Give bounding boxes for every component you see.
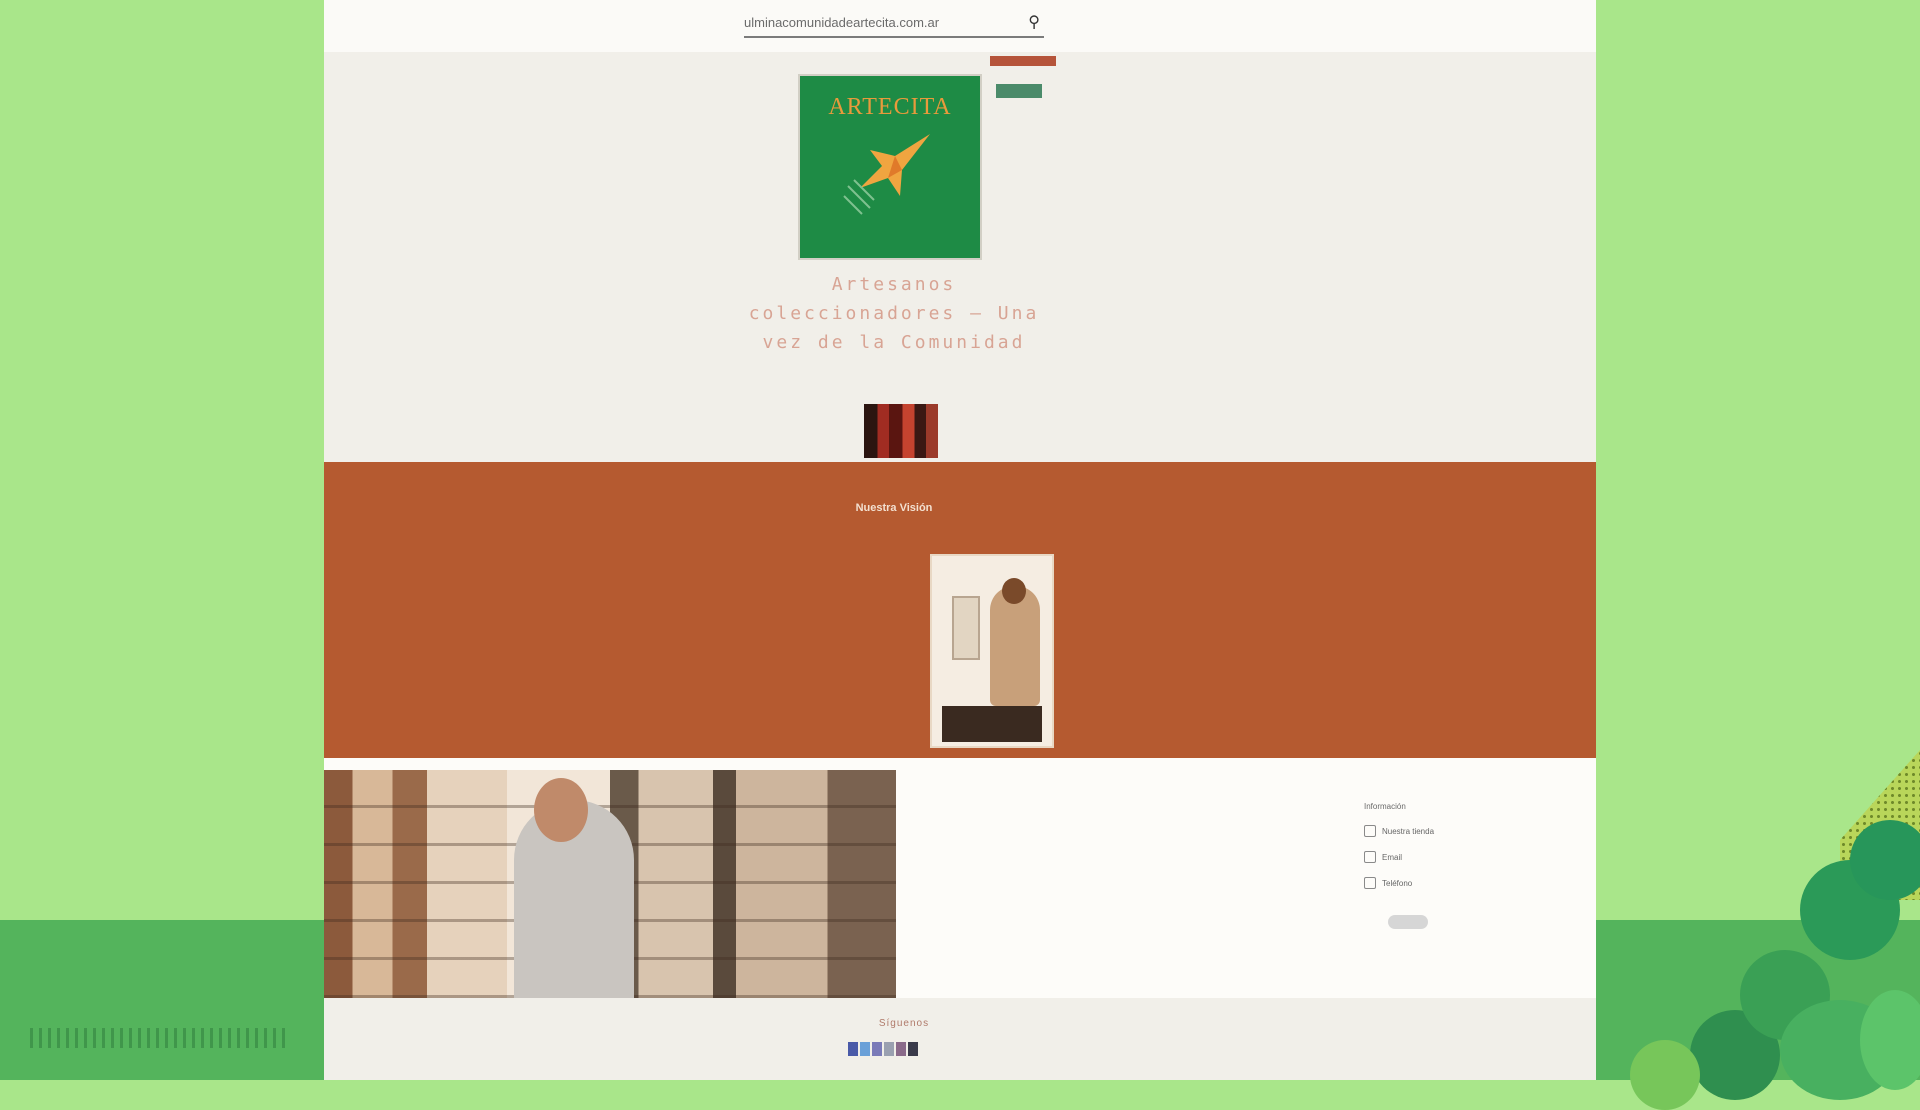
pin-icon[interactable]: ⚲ [1028,12,1040,32]
pinterest-icon[interactable] [896,1042,906,1056]
shop-photo [324,770,896,998]
background-ground-left [0,920,324,1080]
phone-icon [1364,877,1376,889]
logo-text: ARTECITA [828,94,952,120]
twitter-icon[interactable] [860,1042,870,1056]
contact-sidebar: Información Nuestra tienda Email Teléfon… [1364,802,1484,929]
top-button-primary[interactable] [990,56,1056,66]
url-text: ulminacomunidadeartecita.com.ar [744,14,940,30]
shop-section: Información Nuestra tienda Email Teléfon… [324,758,1596,998]
sidebar-item-email[interactable]: Email [1364,851,1484,863]
artist-photo [930,554,1054,748]
hero-thumbnail-image[interactable] [864,404,938,458]
about-section: Nuestra Visión [324,462,1596,758]
sidebar-heading: Información [1364,802,1406,811]
social-links [848,1042,918,1056]
mail-icon [1364,851,1376,863]
location-icon [1364,825,1376,837]
youtube-icon[interactable] [884,1042,894,1056]
hero-title: Artesanos coleccionadores — Una vez de l… [748,274,1040,353]
top-button-secondary[interactable] [996,84,1042,98]
sidebar-item-phone[interactable]: Teléfono [1364,877,1484,889]
footer-heading: Síguenos [878,1018,930,1029]
instagram-icon[interactable] [872,1042,882,1056]
about-heading: Nuestra Visión [855,502,933,514]
url-field[interactable]: ulminacomunidadeartecita.com.ar ⚲ [744,8,1044,38]
sidebar-item-label: Nuestra tienda [1382,826,1435,836]
sidebar-item-label: Teléfono [1382,878,1413,888]
web-page: ulminacomunidadeartecita.com.ar ⚲ ARTECI… [324,0,1596,1080]
facebook-icon[interactable] [848,1042,858,1056]
bird-icon [843,134,930,215]
top-bar: ulminacomunidadeartecita.com.ar ⚲ [324,0,1596,52]
artecita-logo[interactable]: ARTECITA [800,76,980,258]
linkedin-icon[interactable] [908,1042,918,1056]
sidebar-item-location[interactable]: Nuestra tienda [1364,825,1484,837]
sidebar-item-label: Email [1382,852,1403,862]
footer: Síguenos [324,998,1596,1080]
map-link-badge[interactable] [1388,915,1428,929]
